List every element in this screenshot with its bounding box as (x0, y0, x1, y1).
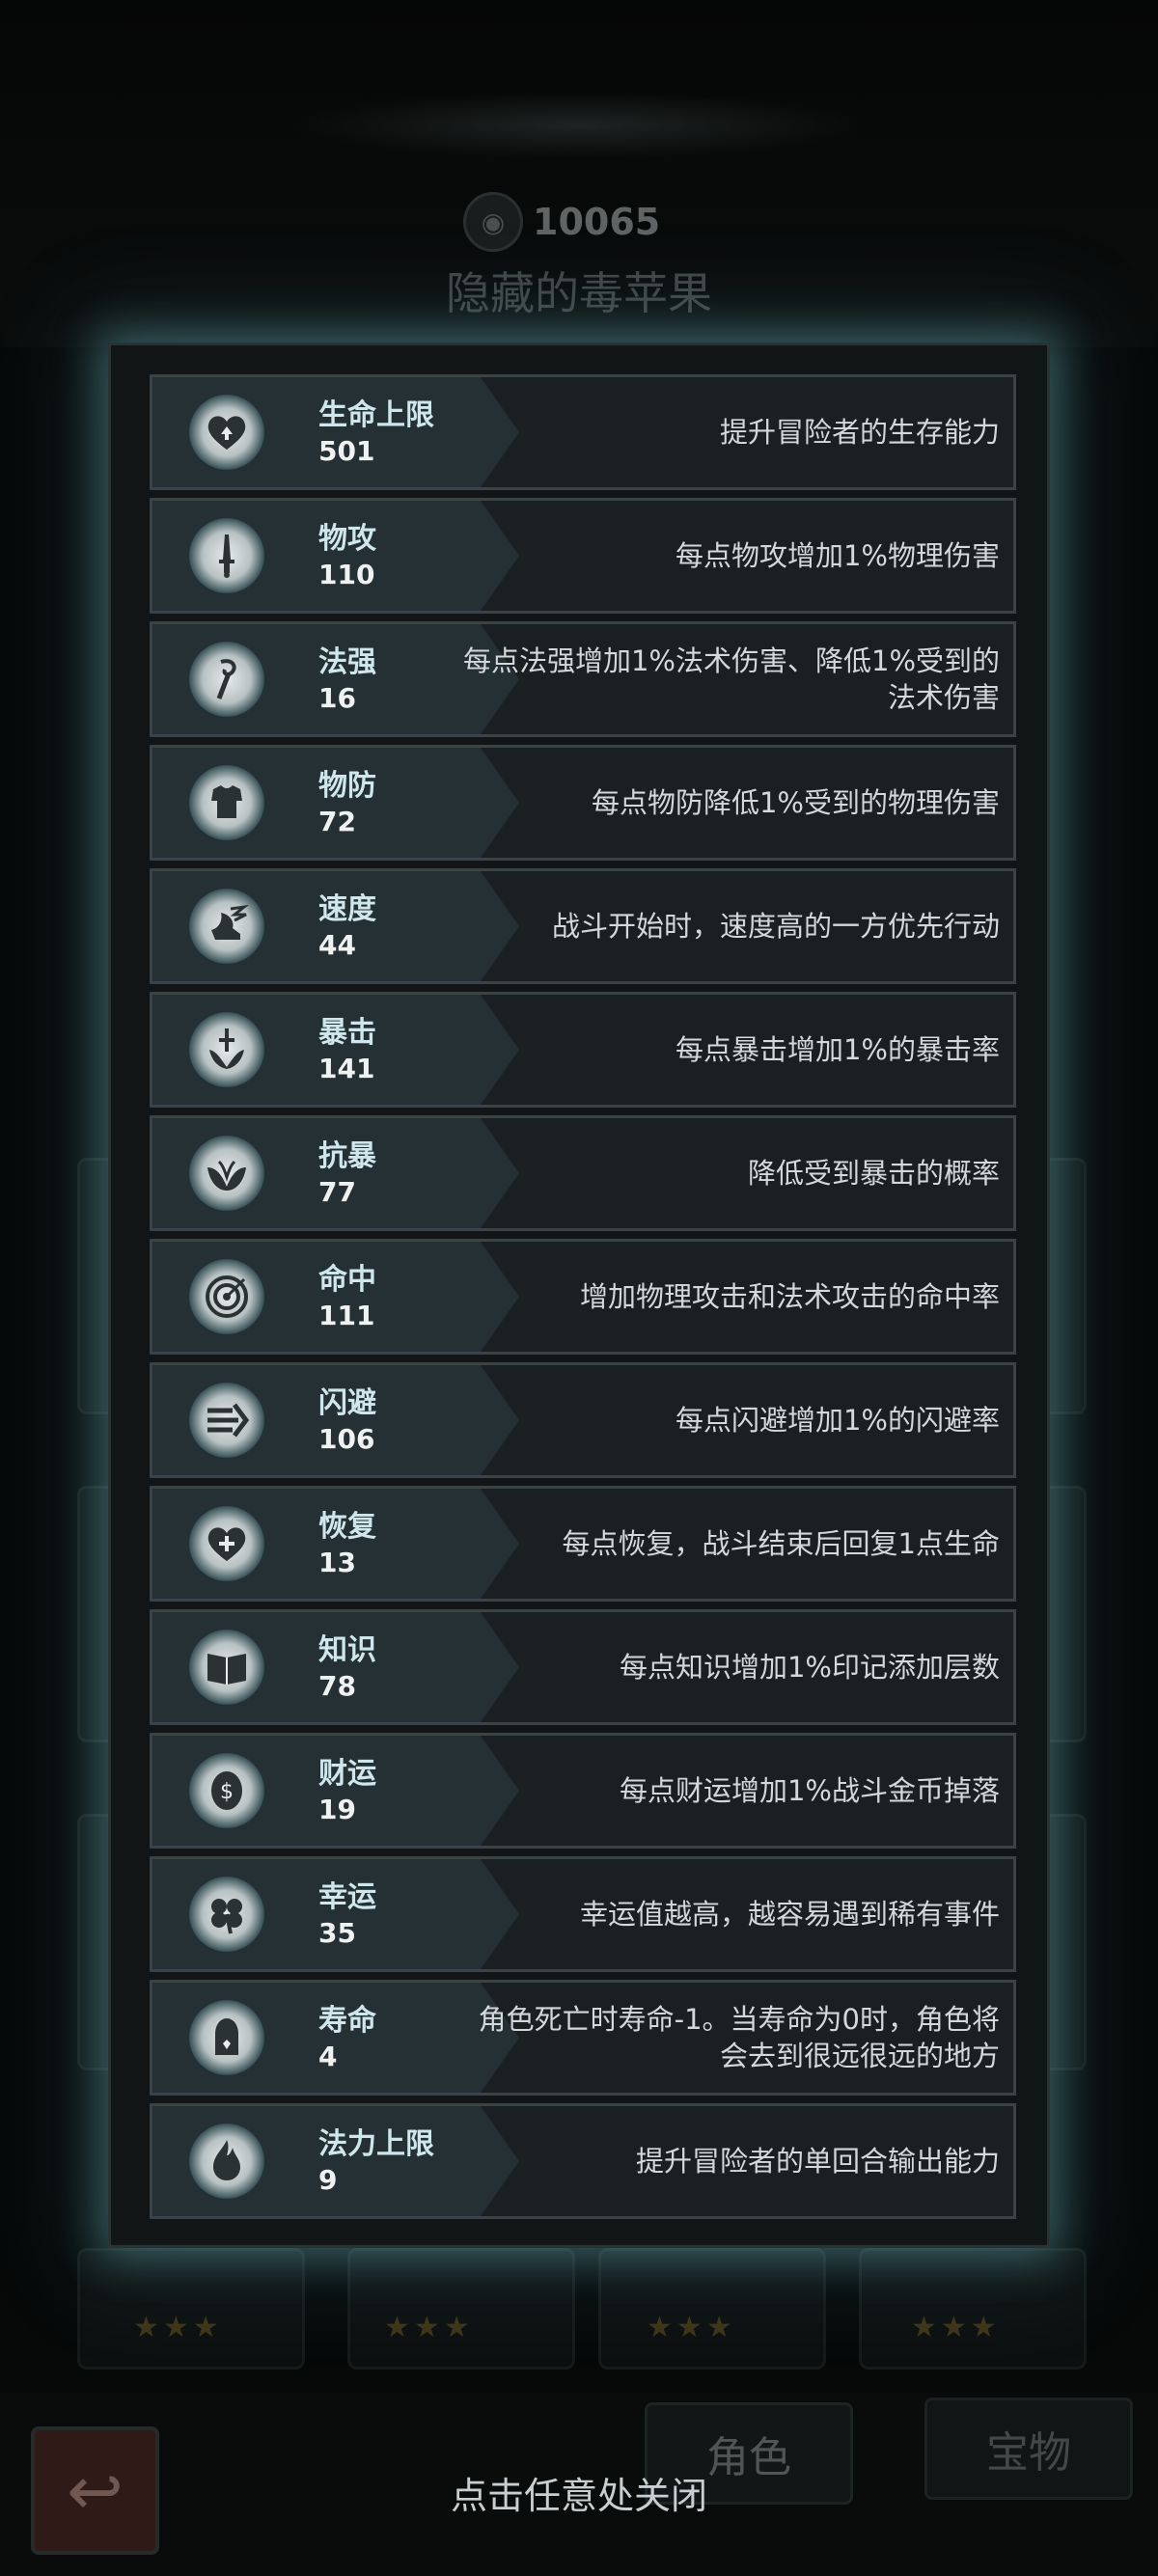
stat-description: 每点暴击增加1%的暴击率 (675, 1033, 1000, 1066)
stat-row: 恢复 13 每点恢复，战斗结束后回复1点生命 (150, 1486, 1016, 1602)
stat-value: 501 (318, 435, 375, 467)
stat-name: 生命上限 (318, 398, 434, 432)
stat-name: 抗暴 (318, 1139, 376, 1173)
stat-description: 每点恢复，战斗结束后回复1点生命 (562, 1527, 1000, 1560)
book-icon (189, 1630, 264, 1705)
star-rating: ★★★ (384, 2311, 474, 2344)
stat-description: 每点物防降低1%受到的物理伤害 (591, 786, 1000, 819)
background-card (77, 2248, 305, 2370)
stat-value: 141 (318, 1053, 375, 1084)
background-card (598, 2248, 826, 2370)
star-rating: ★★★ (911, 2311, 1001, 2344)
stat-name: 寿命 (318, 2004, 376, 2038)
svg-text:$: $ (220, 1780, 234, 1804)
crit-resist-icon (189, 1136, 264, 1211)
clover-icon (189, 1877, 264, 1952)
background-title-glow (290, 92, 868, 159)
stat-row: 生命上限 501 提升冒险者的生存能力 (150, 374, 1016, 490)
stat-row: 法强 16 每点法强增加1%法术伤害、降低1%受到的法术伤害 (150, 621, 1016, 737)
currency-value: 10065 (533, 201, 661, 243)
stat-row: $ 财运 19 每点财运增加1%战斗金币掉落 (150, 1733, 1016, 1849)
stat-description: 战斗开始时，速度高的一方优先行动 (551, 910, 1000, 943)
stat-value: 72 (318, 806, 356, 837)
stat-value: 110 (318, 559, 375, 590)
stat-value: 44 (318, 929, 356, 961)
background-card (347, 2248, 575, 2370)
stat-row: 寿命 4 角色死亡时寿命-1。当寿命为0时，角色将会去到很远很远的地方 (150, 1980, 1016, 2096)
tombstone-icon (189, 2000, 264, 2075)
stat-description: 增加物理攻击和法术攻击的命中率 (579, 1280, 1000, 1313)
stat-name: 知识 (318, 1633, 376, 1667)
stat-value: 78 (318, 1670, 356, 1702)
stat-value: 13 (318, 1547, 356, 1578)
stat-name: 速度 (318, 892, 376, 926)
stat-name: 物防 (318, 769, 376, 803)
stat-row: 知识 78 每点知识增加1%印记添加层数 (150, 1609, 1016, 1725)
close-hint[interactable]: 点击任意处关闭 (0, 2466, 1158, 2519)
stat-name: 命中 (318, 1263, 376, 1297)
stat-row: 速度 44 战斗开始时，速度高的一方优先行动 (150, 868, 1016, 984)
stat-name: 闪避 (318, 1386, 376, 1420)
stat-description: 每点闪避增加1%的闪避率 (675, 1404, 1000, 1437)
stat-name: 暴击 (318, 1016, 376, 1050)
stat-row: 抗暴 77 降低受到暴击的概率 (150, 1115, 1016, 1231)
crit-icon (189, 1012, 264, 1087)
flame-icon (189, 2124, 264, 2199)
currency-display: ◉ 10065 (463, 192, 695, 252)
stat-name: 法强 (318, 645, 376, 679)
heart-plus-icon (189, 1506, 264, 1581)
staff-icon (189, 642, 264, 717)
stat-name: 恢复 (318, 1510, 376, 1544)
stat-name: 法力上限 (318, 2127, 434, 2161)
stat-row: 法力上限 9 提升冒险者的单回合输出能力 (150, 2103, 1016, 2219)
winged-boot-icon (189, 889, 264, 964)
stats-panel: 生命上限 501 提升冒险者的生存能力物攻 110 每点物攻增加1%物理伤害法强 16 每点… (108, 343, 1050, 2248)
sword-icon (189, 518, 264, 593)
stat-description: 每点物攻增加1%物理伤害 (675, 539, 1000, 572)
stat-row: 闪避 106 每点闪避增加1%的闪避率 (150, 1362, 1016, 1478)
stat-row: 暴击 141 每点暴击增加1%的暴击率 (150, 992, 1016, 1108)
stat-description: 角色死亡时寿命-1。当寿命为0时，角色将会去到很远很远的地方 (478, 2003, 1000, 2072)
stat-value: 16 (318, 682, 356, 714)
stat-name: 幸运 (318, 1880, 376, 1914)
currency-icon: ◉ (463, 192, 523, 252)
stat-name: 财运 (318, 1757, 376, 1791)
stat-value: 35 (318, 1917, 356, 1949)
coin-icon: $ (189, 1753, 264, 1828)
stat-value: 9 (318, 2164, 338, 2196)
stat-row: 幸运 35 幸运值越高，越容易遇到稀有事件 (150, 1856, 1016, 1972)
stat-description: 幸运值越高，越容易遇到稀有事件 (579, 1898, 1000, 1931)
stat-value: 106 (318, 1423, 375, 1455)
armor-icon (189, 765, 264, 840)
stat-value: 77 (318, 1176, 356, 1208)
stat-name: 物攻 (318, 522, 376, 556)
stat-row: 物防 72 每点物防降低1%受到的物理伤害 (150, 745, 1016, 861)
stat-description: 提升冒险者的生存能力 (719, 416, 1000, 449)
stat-value: 111 (318, 1300, 375, 1331)
background-card (859, 2248, 1087, 2370)
target-icon (189, 1259, 264, 1334)
stat-row: 命中 111 增加物理攻击和法术攻击的命中率 (150, 1239, 1016, 1355)
star-rating: ★★★ (133, 2311, 223, 2344)
stat-row: 物攻 110 每点物攻增加1%物理伤害 (150, 498, 1016, 614)
stat-description: 降低受到暴击的概率 (747, 1157, 1000, 1190)
star-rating: ★★★ (647, 2311, 736, 2344)
stat-value: 4 (318, 2041, 338, 2072)
heart-up-icon (189, 395, 264, 470)
dodge-icon (189, 1383, 264, 1458)
stat-description: 每点知识增加1%印记添加层数 (619, 1651, 1000, 1684)
item-name: 隐藏的毒苹果 (446, 267, 712, 319)
stat-description: 每点财运增加1%战斗金币掉落 (619, 1774, 1000, 1807)
stat-value: 19 (318, 1794, 356, 1825)
stat-description: 提升冒险者的单回合输出能力 (635, 2145, 1000, 2178)
stat-description: 每点法强增加1%法术伤害、降低1%受到的法术伤害 (462, 644, 1000, 714)
